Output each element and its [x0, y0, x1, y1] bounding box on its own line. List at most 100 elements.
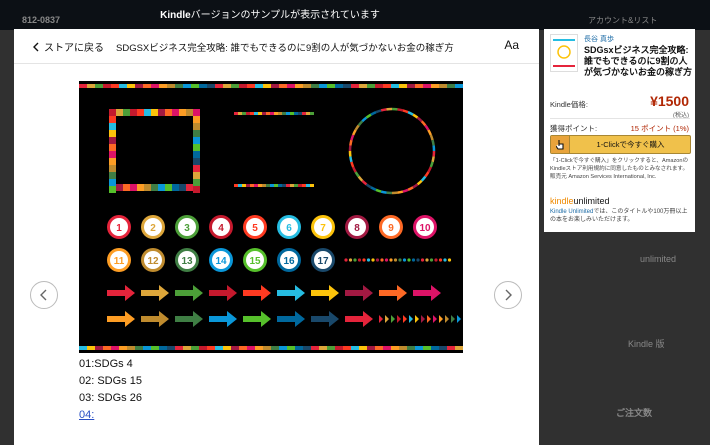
arrow: [243, 311, 271, 327]
line-segment: [298, 184, 302, 187]
frame-block: [144, 109, 151, 116]
dot: [443, 258, 447, 262]
frame-block: [172, 184, 179, 191]
stripe-segment: [231, 84, 239, 88]
line-segment: [282, 112, 286, 115]
ring-segment: [365, 183, 372, 189]
stripe-segment: [407, 346, 415, 350]
dot: [420, 258, 425, 262]
frame-block: [109, 130, 116, 137]
frame-block: [109, 144, 116, 151]
points-value: 15 ポイント (1%): [630, 124, 689, 133]
goal-number: 2: [150, 223, 156, 234]
ring-segment: [349, 156, 353, 163]
ring-segment: [375, 188, 382, 193]
small-arrow: [415, 315, 419, 323]
stripe-segment: [447, 346, 455, 350]
frame-block: [193, 130, 200, 137]
line-segment: [278, 184, 282, 187]
ring-segment: [397, 108, 404, 112]
stripe-segment: [455, 346, 463, 350]
font-settings-button[interactable]: Aa: [504, 38, 519, 52]
dot: [389, 258, 393, 262]
line-segment: [278, 112, 282, 115]
ring-segment: [416, 179, 423, 186]
line-segment: [290, 184, 294, 187]
dot: [357, 258, 362, 262]
line-segment: [270, 112, 274, 115]
back-to-store-button[interactable]: ストアに戻る: [32, 39, 104, 54]
small-arrow: [385, 315, 389, 323]
stripe-segment: [343, 84, 351, 88]
line-segment: [310, 184, 314, 187]
frame-block: [165, 109, 172, 116]
stripe-segment: [303, 346, 311, 350]
dot: [398, 258, 402, 262]
arrow: [209, 311, 237, 327]
stripe-segment: [151, 346, 159, 350]
dot: [429, 258, 434, 262]
ring-segment: [350, 161, 355, 168]
ring-segment: [427, 129, 432, 136]
frame-block: [109, 151, 116, 158]
prev-page-button[interactable]: [30, 281, 58, 309]
stripe-segment: [119, 84, 127, 88]
frame-block: [193, 186, 200, 193]
frame-block: [186, 109, 193, 116]
line-segment: [242, 112, 246, 115]
dot: [344, 258, 348, 262]
ku-link[interactable]: Kindle Unlimited: [550, 209, 593, 215]
goal-number: 9: [388, 223, 394, 234]
stripe-segment: [367, 84, 375, 88]
stripe-segment: [199, 346, 207, 350]
goal-number: 3: [184, 223, 190, 234]
stripe-segment: [359, 346, 367, 350]
goal-number: 4: [218, 223, 224, 234]
frame-block: [193, 137, 200, 144]
arrow: [413, 285, 441, 301]
dot: [366, 258, 371, 262]
frame-block: [186, 184, 193, 191]
stripe-segment: [127, 84, 135, 88]
goal-number: 8: [354, 223, 360, 234]
dot: [402, 258, 407, 262]
stripe-segment: [351, 346, 359, 350]
stripe-segment: [183, 84, 191, 88]
stripe-segment: [215, 346, 223, 350]
small-arrow: [451, 315, 455, 323]
author-link[interactable]: 長谷 真歩: [584, 34, 614, 44]
caption-link[interactable]: 04:: [79, 409, 94, 421]
arrow: [345, 311, 373, 327]
small-arrow: [409, 315, 413, 323]
one-click-buy-button[interactable]: 1-Clickで今すぐ購入: [550, 135, 691, 154]
ring-segment: [431, 139, 435, 146]
stripe-segment: [263, 346, 271, 350]
frame-block: [179, 184, 186, 191]
stripe-segment: [175, 346, 183, 350]
ring-segment: [349, 139, 353, 146]
stripe-segment: [111, 346, 119, 350]
stripe-segment: [335, 346, 343, 350]
stripe-segment: [271, 346, 279, 350]
line-segment: [234, 184, 238, 187]
frame-block: [193, 165, 200, 172]
line-segment: [290, 112, 294, 115]
stripe-segment: [439, 346, 447, 350]
stripe-segment: [271, 84, 279, 88]
frame-block: [109, 179, 116, 186]
chevron-left-icon: [40, 289, 47, 301]
stripe-segment: [279, 84, 287, 88]
stripe-segment: [207, 346, 215, 350]
terms-text: 「1-Clickで今すぐ購入」をクリックすると、AmazonのKindleストア…: [550, 158, 689, 180]
next-page-button[interactable]: [494, 281, 522, 309]
line-segment: [254, 112, 258, 115]
line-segment: [242, 184, 246, 187]
goal-number: 7: [320, 223, 326, 234]
arrow: [379, 285, 407, 301]
stripe-segment: [255, 84, 263, 88]
book-title: SDGSXビジネス完全攻略: 誰でもできるのに9割の人が気づかないお金の稼ぎ方: [116, 43, 454, 54]
stripe-segment: [159, 84, 167, 88]
stripe-segment: [231, 346, 239, 350]
frame-block: [158, 184, 165, 191]
stripe-segment: [415, 84, 423, 88]
